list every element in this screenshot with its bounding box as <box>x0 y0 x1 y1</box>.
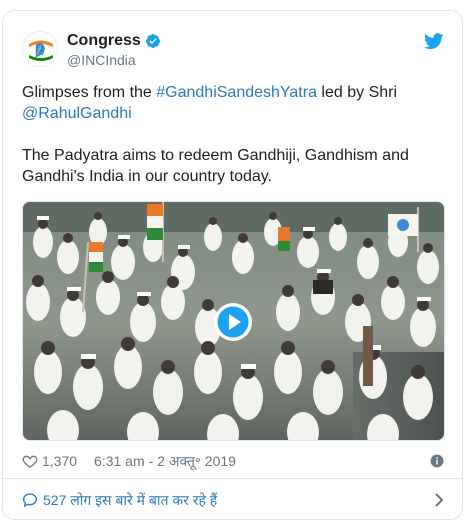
tweet-line-3: The Padyatra aims to redeem Gandhiji, Ga… <box>22 147 409 164</box>
divider <box>3 478 462 479</box>
timestamp[interactable]: 6:31 am - 2 अक्तू॰ 2019 <box>94 452 236 471</box>
heart-icon[interactable] <box>22 453 38 469</box>
hashtag-link[interactable]: #GandhiSandeshYatra <box>156 84 317 101</box>
conversation-count-label[interactable]: 527 लोग इस बारे में बात कर रहे हैं <box>43 491 217 510</box>
twitter-bird-icon[interactable] <box>424 33 444 50</box>
name-row: Congress <box>67 32 161 50</box>
tweet-meta: 1,370 6:31 am - 2 अक्तू॰ 2019 <box>22 451 444 471</box>
embedded-tweet-card: Congress @INCIndia Glimpses from the #Ga… <box>2 10 463 520</box>
like-count[interactable]: 1,370 <box>42 453 77 469</box>
tweet-text: Glimpses from the #GandhiSandeshYatra le… <box>22 82 442 187</box>
mention-link[interactable]: @RahulGandhi <box>22 105 132 122</box>
tweet-intro-text: Glimpses from the <box>22 84 157 101</box>
play-icon[interactable] <box>213 302 253 342</box>
tweet-line-1: Glimpses from the #GandhiSandeshYatra le… <box>22 82 442 103</box>
display-name[interactable]: Congress <box>67 32 141 50</box>
conversation-link[interactable]: 527 लोग इस बारे में बात कर रहे हैं <box>22 489 444 511</box>
congress-logo-icon <box>23 32 57 66</box>
video-thumbnail[interactable] <box>22 201 445 441</box>
speech-bubble-icon <box>22 493 38 508</box>
tweet-middle-text: led by Shri <box>316 84 398 101</box>
verified-badge-icon <box>145 34 160 48</box>
tweet-line-2: @RahulGandhi <box>22 103 442 124</box>
info-icon[interactable] <box>430 454 444 468</box>
avatar[interactable] <box>22 31 58 67</box>
chevron-right-icon[interactable] <box>434 493 444 507</box>
account-handle[interactable]: @INCIndia <box>67 52 136 68</box>
tweet-header: Congress @INCIndia <box>22 29 444 73</box>
tweet-line-4: Gandhi's India in our country today. <box>22 168 273 185</box>
